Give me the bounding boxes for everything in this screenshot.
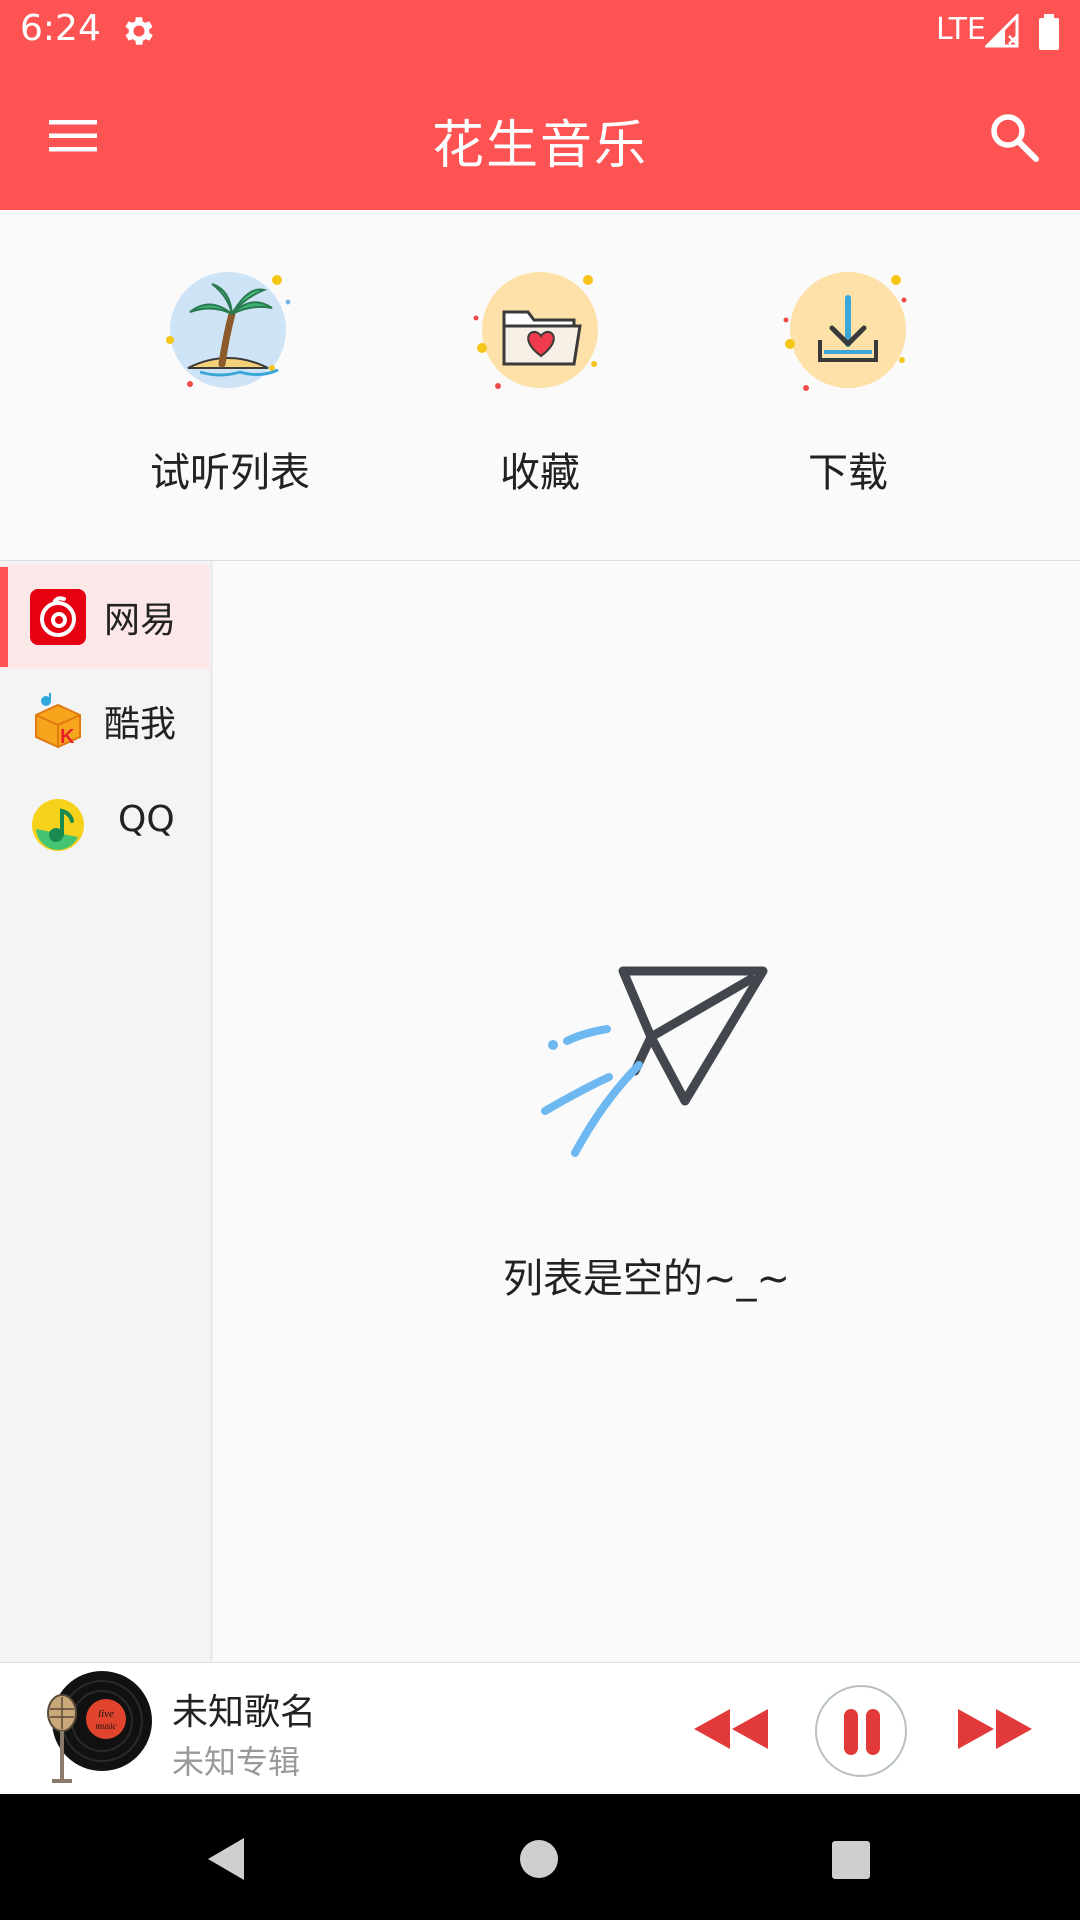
source-item-kuwo[interactable]: K 酷我 xyxy=(0,669,210,773)
next-icon[interactable] xyxy=(956,1705,1034,1753)
search-icon[interactable] xyxy=(986,109,1042,165)
previous-icon[interactable] xyxy=(692,1705,770,1753)
selected-indicator xyxy=(0,567,8,667)
network-type: LTE xyxy=(936,12,986,47)
heart-folder-icon xyxy=(473,272,598,389)
source-label: 网易 xyxy=(104,600,177,641)
source-item-netease[interactable]: 网易 xyxy=(0,565,210,669)
shortcut-download[interactable]: 下载 xyxy=(698,210,998,560)
pause-icon xyxy=(844,1709,858,1755)
shortcut-listen-list[interactable]: 试听列表 xyxy=(80,210,380,560)
source-label: QQ xyxy=(118,799,175,840)
download-icon xyxy=(783,272,907,391)
source-label: 酷我 xyxy=(104,704,177,745)
app-bar: 花生音乐 xyxy=(0,63,1080,210)
shortcut-favorites[interactable]: 收藏 xyxy=(390,210,690,560)
album-name: 未知专辑 xyxy=(172,1743,301,1781)
shortcut-label: 下载 xyxy=(808,450,888,496)
status-time: 6:24 xyxy=(20,8,101,49)
cover-text-live: live xyxy=(98,1708,114,1720)
status-bar: 6:24 LTE xyxy=(0,0,1080,63)
empty-message: 列表是空的~_~ xyxy=(502,1256,791,1302)
song-title: 未知歌名 xyxy=(172,1692,317,1733)
shortcut-row: 试听列表 收藏 下载 xyxy=(0,210,1080,561)
battery-icon xyxy=(1039,14,1059,50)
kuwo-logo-icon: K xyxy=(35,693,81,749)
mini-player[interactable]: live music 未知歌名 未知专辑 xyxy=(0,1662,1080,1795)
pause-icon xyxy=(866,1709,880,1755)
recents-icon[interactable] xyxy=(832,1841,870,1879)
signal-icon xyxy=(985,14,1019,48)
svg-text:K: K xyxy=(60,726,75,748)
palm-tree-icon xyxy=(166,272,291,388)
back-icon[interactable] xyxy=(204,1836,248,1882)
album-cover[interactable]: live music xyxy=(40,1669,152,1787)
home-icon[interactable] xyxy=(520,1840,558,1878)
gear-icon xyxy=(125,17,153,45)
app-title: 花生音乐 xyxy=(431,116,648,176)
system-nav-bar xyxy=(0,1794,1080,1920)
shortcut-label: 收藏 xyxy=(500,450,580,496)
source-sidebar: 网易 K 酷我 QQ xyxy=(0,561,213,1662)
shortcut-label: 试听列表 xyxy=(150,450,310,496)
cover-text-music: music xyxy=(96,1721,117,1731)
qq-music-logo-icon xyxy=(32,799,84,851)
source-item-qq[interactable]: QQ xyxy=(0,773,210,877)
song-list-empty: 列表是空的~_~ xyxy=(213,561,1080,1662)
netease-logo-icon xyxy=(30,589,86,645)
pause-button[interactable] xyxy=(815,1685,907,1777)
paper-plane-icon xyxy=(541,966,768,1157)
